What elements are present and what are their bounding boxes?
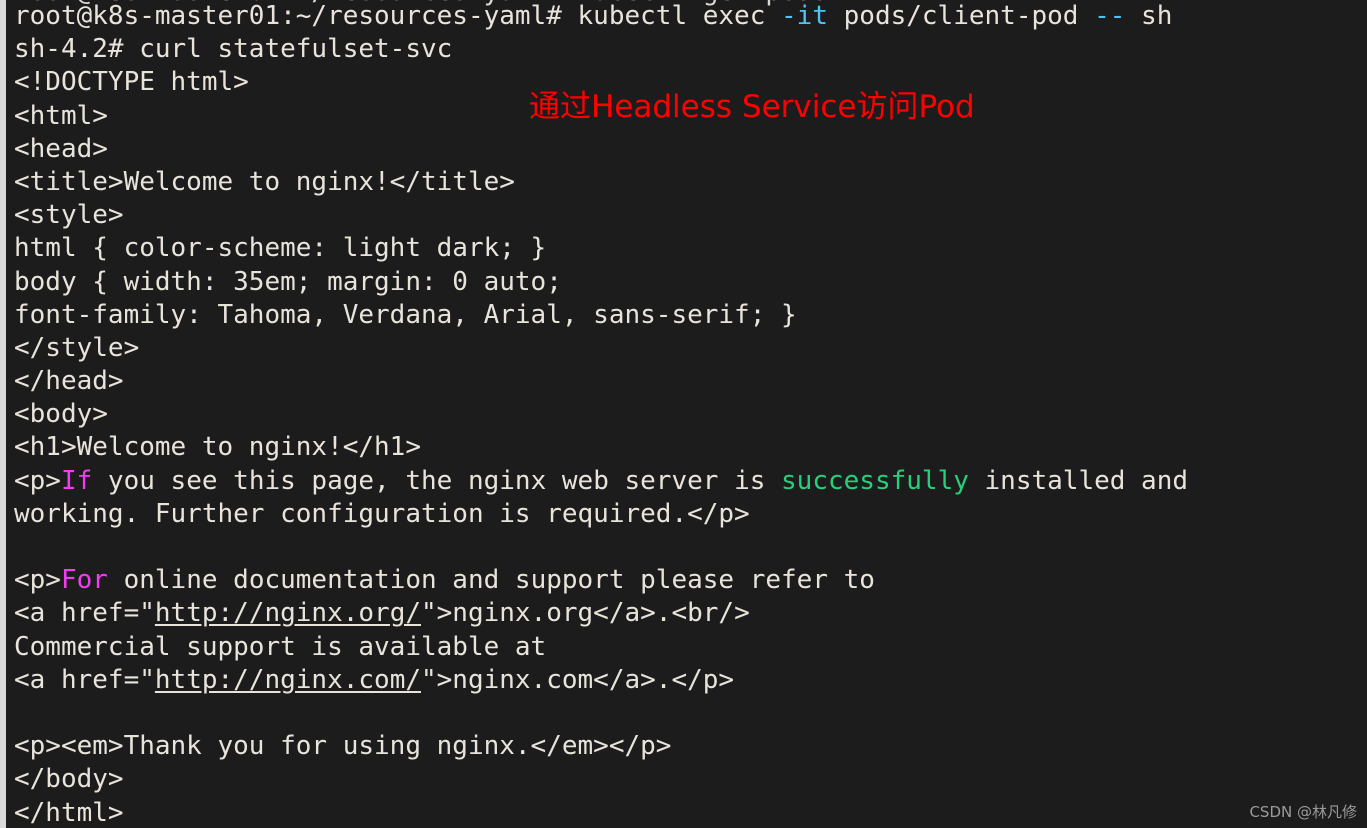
terminal-line-blank-1 bbox=[6, 531, 1367, 564]
terminal-segment: body { width: 35em; margin: 0 auto; bbox=[14, 266, 562, 297]
terminal-segment: </body> bbox=[14, 764, 124, 795]
terminal-segment: <title>Welcome to nginx!</title> bbox=[14, 166, 515, 197]
terminal-segment: <p> bbox=[14, 565, 61, 596]
terminal-line-prompt-kubectl-exec: root@k8s-master01:~/resources-yaml# kube… bbox=[6, 0, 1367, 33]
terminal-segment: online documentation and support please … bbox=[107, 565, 875, 596]
terminal-segment: <!DOCTYPE html> bbox=[14, 67, 249, 98]
terminal-line-html-close: </html> bbox=[6, 797, 1367, 828]
terminal-segment: successfully bbox=[781, 465, 969, 496]
terminal-line-style-open: <style> bbox=[6, 199, 1367, 232]
terminal-segment bbox=[14, 698, 30, 728]
terminal-segment: <p> bbox=[14, 465, 61, 496]
terminal-segment: <html> bbox=[14, 100, 108, 131]
terminal-line-style-close: </style> bbox=[6, 332, 1367, 365]
terminal-segment: html { color-scheme: light dark; } bbox=[14, 233, 547, 264]
terminal-segment: <a href=" bbox=[14, 598, 155, 629]
terminal-line-css-body-rule: body { width: 35em; margin: 0 auto; bbox=[6, 266, 1367, 299]
terminal-segment: <style> bbox=[14, 200, 124, 231]
red-annotation-label: 通过Headless Service访问Pod bbox=[529, 89, 975, 125]
terminal-segment: Commercial support is available at bbox=[14, 631, 547, 662]
terminal-line-body-open: <body> bbox=[6, 398, 1367, 431]
terminal-segment: working. Further configuration is requir… bbox=[14, 498, 750, 529]
terminal-segment: you see this page, the nginx web server … bbox=[92, 465, 782, 496]
terminal-segment: </style> bbox=[14, 332, 140, 363]
terminal-segment: ">nginx.com</a>.</p> bbox=[421, 664, 735, 695]
terminal-segment: </html> bbox=[14, 797, 124, 828]
terminal-line-commercial-support: Commercial support is available at bbox=[6, 631, 1367, 664]
terminal-segment: <head> bbox=[14, 133, 108, 164]
terminal-line-prompt-curl: sh-4.2# curl statefulset-svc bbox=[6, 33, 1367, 66]
terminal-line-p-thank-you: <p><em>Thank you for using nginx.</em></… bbox=[6, 730, 1367, 763]
terminal-line-a-nginx-org: <a href="http://nginx.org/">nginx.org</a… bbox=[6, 597, 1367, 630]
terminal-segment: sh-4.2# curl statefulset-svc bbox=[14, 34, 453, 65]
terminal-line-a-nginx-com: <a href="http://nginx.com/">nginx.com</a… bbox=[6, 664, 1367, 697]
terminal-line-title: <title>Welcome to nginx!</title> bbox=[6, 166, 1367, 199]
terminal-line-p-for-online-docs: <p>For online documentation and support … bbox=[6, 564, 1367, 597]
terminal-segment: <p><em>Thank you for using nginx.</em></… bbox=[14, 731, 672, 762]
terminal-line-h1-welcome: <h1>Welcome to nginx!</h1> bbox=[6, 431, 1367, 464]
terminal-segment: For bbox=[60, 565, 108, 596]
terminal-line-css-font-family: font-family: Tahoma, Verdana, Arial, san… bbox=[6, 299, 1367, 332]
terminal-segment: If bbox=[60, 465, 93, 496]
terminal-segment: <h1>Welcome to nginx!</h1> bbox=[14, 432, 421, 463]
terminal-segment bbox=[14, 532, 30, 562]
terminal-segment: root@k8s-master01:~/resources-yaml# kube… bbox=[14, 1, 782, 31]
terminal-line-p-working-further: working. Further configuration is requir… bbox=[6, 498, 1367, 531]
terminal-line-head-open: <head> bbox=[6, 133, 1367, 166]
terminal-segment[interactable]: http://nginx.com/ bbox=[155, 665, 421, 695]
terminal-segment[interactable]: http://nginx.org/ bbox=[155, 598, 421, 628]
terminal-line-body-close: </body> bbox=[6, 763, 1367, 796]
terminal-segment: -- bbox=[1094, 1, 1126, 31]
terminal-segment: ">nginx.org</a>.<br/> bbox=[421, 598, 750, 629]
terminal-line-p-if-you-see: <p>If you see this page, the nginx web s… bbox=[6, 465, 1367, 498]
terminal-segment: <a href=" bbox=[14, 664, 155, 695]
terminal-screenshot: root@k8s-master01:~/resources-yaml# kube… bbox=[0, 0, 1367, 828]
terminal-segment: <body> bbox=[14, 399, 108, 430]
terminal-line-head-close: </head> bbox=[6, 365, 1367, 398]
terminal-segment: installed and bbox=[968, 465, 1189, 496]
terminal-segment: font-family: Tahoma, Verdana, Arial, san… bbox=[14, 299, 797, 330]
terminal-line-css-html-rule: html { color-scheme: light dark; } bbox=[6, 232, 1367, 265]
terminal-segment: -it bbox=[781, 1, 828, 31]
terminal-segment: </head> bbox=[14, 366, 124, 397]
terminal-line-blank-2 bbox=[6, 697, 1367, 730]
terminal-segment: pods/client-pod bbox=[827, 1, 1095, 31]
terminal-segment: sh bbox=[1125, 1, 1173, 31]
csdn-watermark: CSDN @林凡修 bbox=[1249, 803, 1357, 821]
